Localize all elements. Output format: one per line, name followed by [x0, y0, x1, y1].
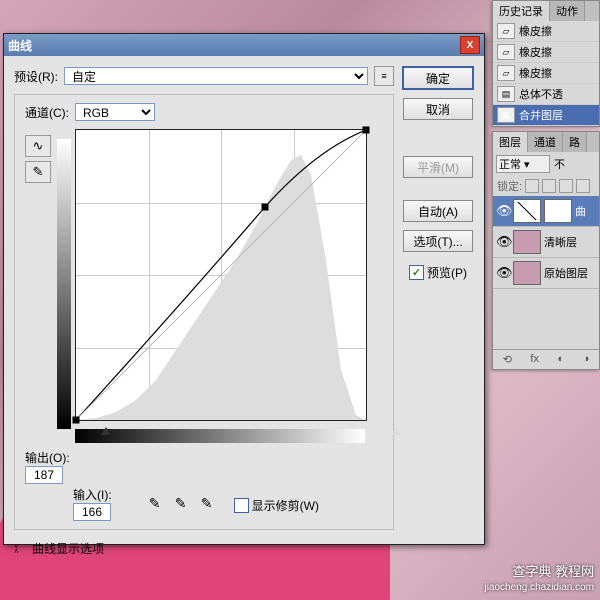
- input-field[interactable]: [73, 503, 111, 521]
- show-clip-label: 显示修剪(W): [252, 497, 319, 514]
- history-item[interactable]: ▤总体不透: [493, 84, 599, 105]
- fx-icon[interactable]: fx: [530, 353, 539, 366]
- dialog-titlebar[interactable]: 曲线 X: [4, 34, 484, 56]
- tab-actions[interactable]: 动作: [550, 1, 585, 21]
- lock-pixel-icon[interactable]: [542, 179, 556, 193]
- pencil-tool-icon[interactable]: ✎: [25, 161, 51, 183]
- preset-select[interactable]: 自定: [64, 67, 368, 85]
- blend-mode-select[interactable]: 正常 ▾: [496, 155, 550, 173]
- close-button[interactable]: X: [460, 36, 480, 54]
- white-dropper-icon[interactable]: ✎: [198, 495, 216, 513]
- y-gradient: [57, 139, 71, 429]
- mask-thumb: [544, 199, 572, 223]
- layer-item[interactable]: 👁 清晰层: [493, 227, 599, 258]
- preset-label: 预设(R):: [14, 68, 58, 85]
- layer-curves[interactable]: 👁 曲: [493, 196, 599, 227]
- layer-thumb: [513, 261, 541, 285]
- white-slider[interactable]: [391, 427, 401, 435]
- tab-paths[interactable]: 路: [563, 132, 587, 152]
- channel-label: 通道(C):: [25, 104, 69, 121]
- curves-dialog: 曲线 X 预设(R): 自定 ≡ 通道(C): RGB ∿ ✎: [3, 33, 485, 545]
- tab-layers[interactable]: 图层: [493, 132, 528, 152]
- opacity-label: 不: [554, 156, 565, 172]
- cancel-button[interactable]: 取消: [403, 98, 473, 120]
- layer-thumb: [513, 230, 541, 254]
- eraser-icon: ▱: [497, 65, 515, 81]
- history-item[interactable]: ▱橡皮擦: [493, 42, 599, 63]
- merge-icon: ▣: [497, 107, 515, 123]
- adjust-icon[interactable]: ◑: [583, 353, 590, 366]
- layers-panel: 图层 通道 路 正常 ▾ 不 锁定: 👁 曲 👁 清晰层 👁: [492, 131, 600, 370]
- dialog-title: 曲线: [8, 37, 32, 54]
- history-item[interactable]: ▱橡皮擦: [493, 63, 599, 84]
- lock-all-icon[interactable]: [576, 179, 590, 193]
- curves-thumb: [513, 199, 541, 223]
- expand-icon[interactable]: ˅˄: [14, 544, 28, 554]
- channel-select[interactable]: RGB: [75, 103, 155, 121]
- curve-point-mid[interactable]: [262, 204, 269, 211]
- history-panel: 历史记录 动作 ▱橡皮擦 ▱橡皮擦 ▱橡皮擦 ▤总体不透 ▣合并图层: [492, 0, 600, 127]
- preview-checkbox[interactable]: ✓: [409, 265, 424, 280]
- visibility-icon[interactable]: 👁: [496, 265, 510, 281]
- auto-button[interactable]: 自动(A): [403, 200, 473, 222]
- curve-options-label: 曲线显示选项: [32, 540, 104, 557]
- layer-item[interactable]: 👁 原始图层: [493, 258, 599, 289]
- curve-point-end[interactable]: [363, 127, 370, 134]
- x-gradient: [75, 429, 365, 443]
- show-clip-checkbox[interactable]: [234, 498, 249, 513]
- eraser-icon: ▱: [497, 23, 515, 39]
- input-label: 输入(I):: [73, 486, 112, 503]
- tab-history[interactable]: 历史记录: [493, 1, 550, 21]
- preview-label: 预览(P): [427, 264, 467, 281]
- output-input[interactable]: [25, 466, 63, 484]
- lock-pos-icon[interactable]: [559, 179, 573, 193]
- gray-dropper-icon[interactable]: ✎: [172, 495, 190, 513]
- preset-menu-icon[interactable]: ≡: [374, 66, 394, 86]
- watermark: 查字典 教程网 jiaocheng.chazidian.com: [484, 564, 594, 596]
- visibility-icon[interactable]: 👁: [496, 203, 510, 219]
- eraser-icon: ▱: [497, 44, 515, 60]
- curve-tool-icon[interactable]: ∿: [25, 135, 51, 157]
- smooth-button: 平滑(M): [403, 156, 473, 178]
- lock-label: 锁定:: [497, 178, 522, 194]
- curve-path: [76, 130, 366, 420]
- tab-channels[interactable]: 通道: [528, 132, 563, 152]
- output-label: 输出(O):: [25, 449, 70, 466]
- curve-point-start[interactable]: [73, 417, 80, 424]
- visibility-icon[interactable]: 👁: [496, 234, 510, 250]
- doc-icon: ▤: [497, 86, 515, 102]
- black-slider[interactable]: [101, 427, 111, 435]
- curve-graph[interactable]: [75, 129, 367, 421]
- lock-trans-icon[interactable]: [525, 179, 539, 193]
- history-item-selected[interactable]: ▣合并图层: [493, 105, 599, 126]
- history-item[interactable]: ▱橡皮擦: [493, 21, 599, 42]
- black-dropper-icon[interactable]: ✎: [146, 495, 164, 513]
- link-icon[interactable]: ⟲: [503, 353, 512, 366]
- options-button[interactable]: 选项(T)...: [403, 230, 473, 252]
- mask-icon[interactable]: ◐: [557, 353, 564, 366]
- ok-button[interactable]: 确定: [402, 66, 474, 90]
